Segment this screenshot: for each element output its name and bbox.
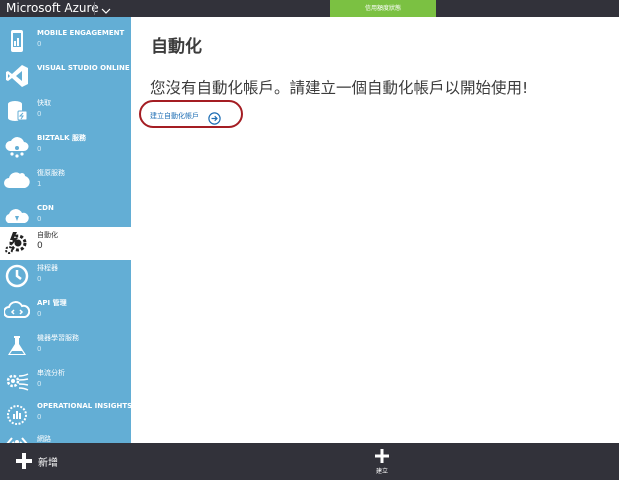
sidebar-item-count: 0 xyxy=(37,310,42,318)
sidebar-item-stream-analytics[interactable]: 串流分析 0 xyxy=(0,365,131,398)
recovery-services-icon xyxy=(4,168,30,194)
sidebar-item-operational-insights[interactable]: OPERATIONAL INSIGHTS 0 xyxy=(0,398,131,431)
mobile-engagement-icon xyxy=(4,28,30,54)
networks-icon xyxy=(4,434,30,443)
credit-status-button[interactable]: 信用額度狀態 xyxy=(330,0,436,17)
sidebar-item-count: 0 xyxy=(37,215,42,223)
sidebar-item-label: MOBILE ENGAGEMENT xyxy=(37,29,125,37)
sidebar-item-visual-studio-online[interactable]: VISUAL STUDIO ONLINE xyxy=(0,60,131,93)
sidebar-item-count: 0 xyxy=(37,241,43,251)
sidebar-item-label: OPERATIONAL INSIGHTS xyxy=(37,402,131,410)
chevron-down-icon[interactable] xyxy=(100,2,112,14)
biztalk-icon xyxy=(4,133,30,159)
sidebar-item-count: 0 xyxy=(37,345,42,353)
sidebar-item-label: 機器學習服務 xyxy=(37,334,79,342)
plus-icon xyxy=(375,449,389,463)
sidebar-item-count: 0 xyxy=(37,380,42,388)
sidebar-item-biztalk[interactable]: BIZTALK 服務 0 xyxy=(0,130,131,163)
empty-state-message: 您沒有自動化帳戶。請建立一個自動化帳戶以開始使用! xyxy=(150,79,529,97)
sidebar-item-label: VISUAL STUDIO ONLINE xyxy=(37,64,130,72)
main-content: 自動化 您沒有自動化帳戶。請建立一個自動化帳戶以開始使用! 建立自動化帳戶 xyxy=(131,17,619,443)
sidebar-item-cache[interactable]: 快取 0 xyxy=(0,95,131,128)
sidebar-item-automation[interactable]: 自動化 0 xyxy=(0,227,131,260)
sidebar-item-label: API 管理 xyxy=(37,299,67,307)
brand-divider xyxy=(94,2,95,15)
sidebar-item-mobile-engagement[interactable]: MOBILE ENGAGEMENT 0 xyxy=(0,25,131,58)
plus-icon xyxy=(16,453,32,469)
sidebar-item-label: 復原服務 xyxy=(37,169,65,177)
sidebar-item-label: 串流分析 xyxy=(37,369,65,377)
page-title: 自動化 xyxy=(151,37,202,57)
sidebar-item-count: 0 xyxy=(37,275,42,283)
sidebar-item-count: 0 xyxy=(37,145,42,153)
sidebar-item-count: 0 xyxy=(37,413,42,421)
operational-insights-icon xyxy=(4,401,30,427)
sidebar-item-label: 快取 xyxy=(37,99,51,107)
arrow-right-circle-icon[interactable] xyxy=(208,110,221,125)
sidebar-item-api-management[interactable]: API 管理 0 xyxy=(0,295,131,328)
create-button[interactable]: 建立 xyxy=(371,449,393,477)
sidebar-item-networks[interactable]: 網路 xyxy=(0,431,131,443)
automation-icon xyxy=(4,230,30,256)
sidebar-item-count: 0 xyxy=(37,40,42,48)
sidebar-item-scheduler[interactable]: 排程器 0 xyxy=(0,260,131,293)
top-bar: Microsoft Azure 信用額度狀態 xyxy=(0,0,619,17)
machine-learning-icon xyxy=(4,333,30,359)
brand-title[interactable]: Microsoft Azure xyxy=(6,1,99,16)
sidebar-item-machine-learning[interactable]: 機器學習服務 0 xyxy=(0,330,131,363)
sidebar-item-count: 1 xyxy=(37,180,42,188)
cdn-icon xyxy=(4,203,30,229)
sidebar-item-label: 網路 xyxy=(37,435,51,443)
cache-icon xyxy=(4,98,30,124)
scheduler-icon xyxy=(4,263,30,289)
sidebar-item-recovery-services[interactable]: 復原服務 1 xyxy=(0,165,131,198)
create-link-label: 建立自動化帳戶 xyxy=(150,112,199,120)
sidebar-item-label: 排程器 xyxy=(37,264,58,272)
api-management-icon xyxy=(4,298,30,324)
visual-studio-icon xyxy=(4,63,30,89)
sidebar: MOBILE ENGAGEMENT 0 VISUAL STUDIO ONLINE… xyxy=(0,17,131,443)
sidebar-item-count: 0 xyxy=(37,110,42,118)
command-bar: 新增 建立 xyxy=(0,443,619,480)
sidebar-item-label: BIZTALK 服務 xyxy=(37,134,86,142)
sidebar-item-label: 自動化 xyxy=(37,231,58,239)
sidebar-item-label: CDN xyxy=(37,204,54,212)
new-button[interactable]: 新增 xyxy=(15,451,58,471)
stream-analytics-icon xyxy=(4,368,30,394)
new-button-label: 新增 xyxy=(38,457,58,469)
create-automation-account-link[interactable]: 建立自動化帳戶 xyxy=(150,108,221,125)
create-button-label: 建立 xyxy=(375,468,388,475)
